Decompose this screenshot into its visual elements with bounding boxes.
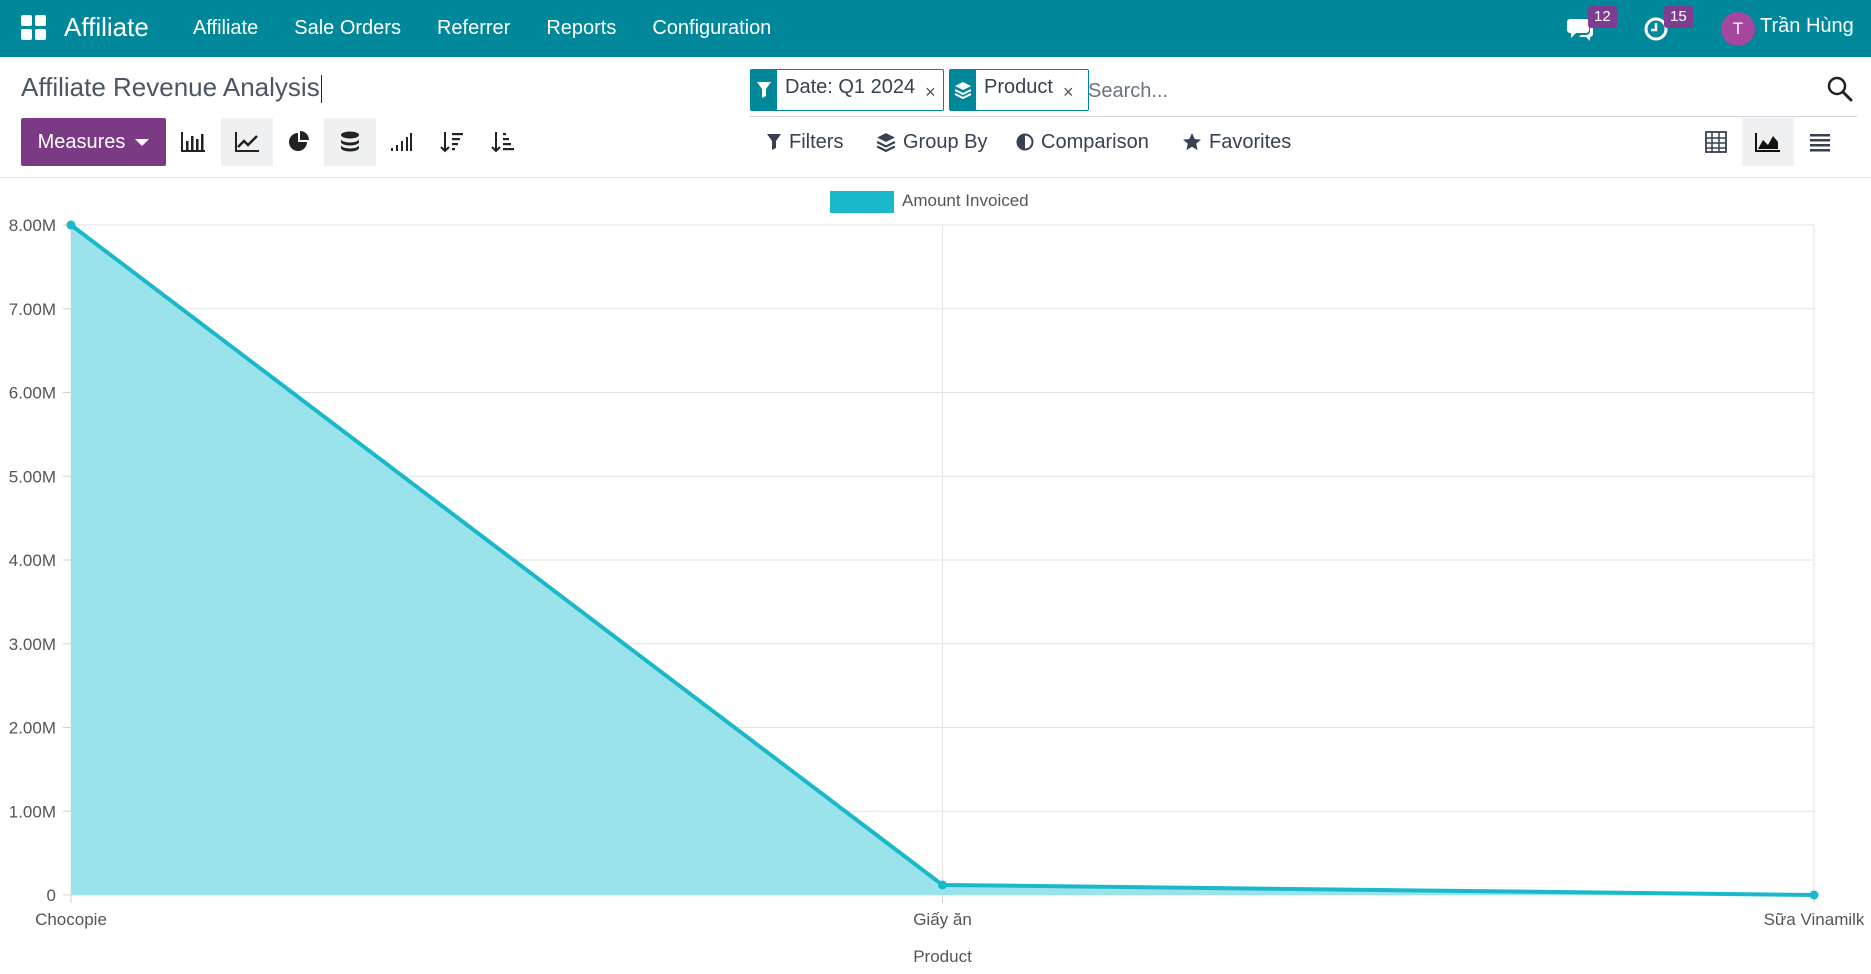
comparison-toggle[interactable]: Comparison bbox=[1016, 126, 1149, 158]
cumulative-button[interactable] bbox=[375, 118, 427, 166]
control-panel-divider bbox=[0, 177, 1871, 178]
x-tick-label: Chocopie bbox=[35, 910, 107, 929]
search-icon[interactable] bbox=[1825, 74, 1855, 104]
facet-date-remove-button[interactable]: × bbox=[925, 70, 942, 110]
facet-date-filter[interactable]: Date: Q1 2024 × bbox=[750, 69, 944, 111]
graph-view-button[interactable] bbox=[1742, 118, 1794, 166]
star-icon bbox=[1183, 133, 1201, 151]
filters-toggle[interactable]: Filters bbox=[766, 126, 843, 158]
main-menu: Affiliate Sale Orders Referrer Reports C… bbox=[175, 0, 789, 57]
group-by-label: Group By bbox=[903, 130, 988, 153]
user-menu[interactable]: Trần Hùng bbox=[1760, 15, 1854, 38]
y-axis-ticks: 0 1.00M 2.00M 3.00M 4.00M 5.00M 6.00M 7.00M 8.00… bbox=[9, 216, 56, 905]
line-chart-button[interactable] bbox=[221, 118, 273, 166]
filter-icon bbox=[767, 134, 781, 150]
x-axis-ticks: Chocopie Giấy ăn Sữa Vinamilk bbox=[35, 910, 1865, 929]
measures-button[interactable]: Measures bbox=[21, 118, 166, 166]
page-title: Affiliate Revenue Analysis bbox=[21, 72, 322, 104]
y-tick-label: 8.00M bbox=[9, 216, 56, 235]
group-by-toggle[interactable]: Group By bbox=[876, 126, 987, 158]
page-title-text: Affiliate Revenue Analysis bbox=[21, 72, 320, 102]
search-bar: Date: Q1 2024 × Product × bbox=[750, 69, 1857, 117]
menu-item-configuration[interactable]: Configuration bbox=[634, 0, 789, 57]
adjust-icon bbox=[1016, 133, 1034, 151]
sort-ascending-button[interactable] bbox=[477, 118, 529, 166]
sort-descending-icon bbox=[440, 132, 463, 153]
y-tick-label: 4.00M bbox=[9, 551, 56, 570]
messages-badge: 12 bbox=[1588, 6, 1617, 28]
stacked-icon bbox=[341, 131, 359, 152]
menu-item-referrer[interactable]: Referrer bbox=[419, 0, 528, 57]
list-view-button[interactable] bbox=[1794, 118, 1846, 166]
search-input[interactable] bbox=[1088, 75, 1788, 107]
x-tick-label: Sữa Vinamilk bbox=[1764, 910, 1865, 929]
x-tick-label: Giấy ăn bbox=[913, 910, 972, 929]
facet-product-groupby[interactable]: Product × bbox=[949, 69, 1089, 111]
favorites-toggle[interactable]: Favorites bbox=[1182, 126, 1291, 158]
x-axis-label: Product bbox=[913, 947, 972, 966]
filters-label: Filters bbox=[789, 130, 844, 153]
apps-menu-icon[interactable] bbox=[20, 14, 47, 41]
y-tick-label: 3.00M bbox=[9, 635, 56, 654]
y-tick-label: 7.00M bbox=[9, 300, 56, 319]
y-tick-label: 2.00M bbox=[9, 719, 56, 738]
layers-icon bbox=[950, 70, 976, 110]
y-tick-label: 1.00M bbox=[9, 802, 56, 821]
filter-icon bbox=[751, 70, 777, 110]
facet-date-label: Date: Q1 2024 bbox=[785, 76, 916, 98]
graph-view-icon bbox=[1755, 133, 1780, 152]
series-point bbox=[1809, 890, 1819, 900]
list-view-icon bbox=[1810, 134, 1830, 152]
y-tick-label: 0 bbox=[47, 886, 56, 905]
legend-label[interactable]: Amount Invoiced bbox=[902, 191, 1029, 210]
cumulative-icon bbox=[391, 133, 412, 151]
legend-swatch[interactable] bbox=[830, 191, 894, 213]
activities-badge: 15 bbox=[1664, 6, 1693, 28]
area-chart: 0 1.00M 2.00M 3.00M 4.00M 5.00M 6.00M 7.00M 8.00… bbox=[9, 191, 1865, 966]
stacked-button[interactable] bbox=[324, 118, 376, 166]
series-point bbox=[66, 220, 76, 230]
line-chart-icon bbox=[235, 132, 259, 152]
y-tick-label: 6.00M bbox=[9, 384, 56, 403]
bar-chart-button[interactable] bbox=[167, 118, 219, 166]
top-navbar: Affiliate Affiliate Sale Orders Referrer… bbox=[0, 0, 1871, 57]
series-point bbox=[938, 880, 947, 890]
menu-item-affiliate[interactable]: Affiliate bbox=[175, 0, 276, 57]
sort-ascending-icon bbox=[491, 132, 514, 153]
avatar[interactable]: T bbox=[1721, 12, 1755, 46]
pie-chart-button[interactable] bbox=[273, 118, 325, 166]
menu-item-sale-orders[interactable]: Sale Orders bbox=[276, 0, 419, 57]
sort-descending-button[interactable] bbox=[426, 118, 478, 166]
caret-down-icon bbox=[135, 138, 150, 146]
pie-chart-icon bbox=[289, 131, 309, 151]
bar-chart-icon bbox=[181, 132, 205, 152]
pivot-view-icon bbox=[1705, 131, 1727, 153]
menu-item-reports[interactable]: Reports bbox=[528, 0, 634, 57]
favorites-label: Favorites bbox=[1209, 130, 1292, 153]
layers-icon bbox=[876, 133, 896, 152]
comparison-label: Comparison bbox=[1041, 130, 1149, 153]
y-tick-label: 5.00M bbox=[9, 467, 56, 486]
text-cursor bbox=[320, 75, 322, 104]
measures-label: Measures bbox=[37, 130, 126, 153]
facet-product-remove-button[interactable]: × bbox=[1063, 70, 1080, 110]
app-brand[interactable]: Affiliate bbox=[64, 12, 149, 43]
pivot-view-button[interactable] bbox=[1690, 118, 1742, 166]
facet-product-label: Product bbox=[984, 76, 1053, 98]
